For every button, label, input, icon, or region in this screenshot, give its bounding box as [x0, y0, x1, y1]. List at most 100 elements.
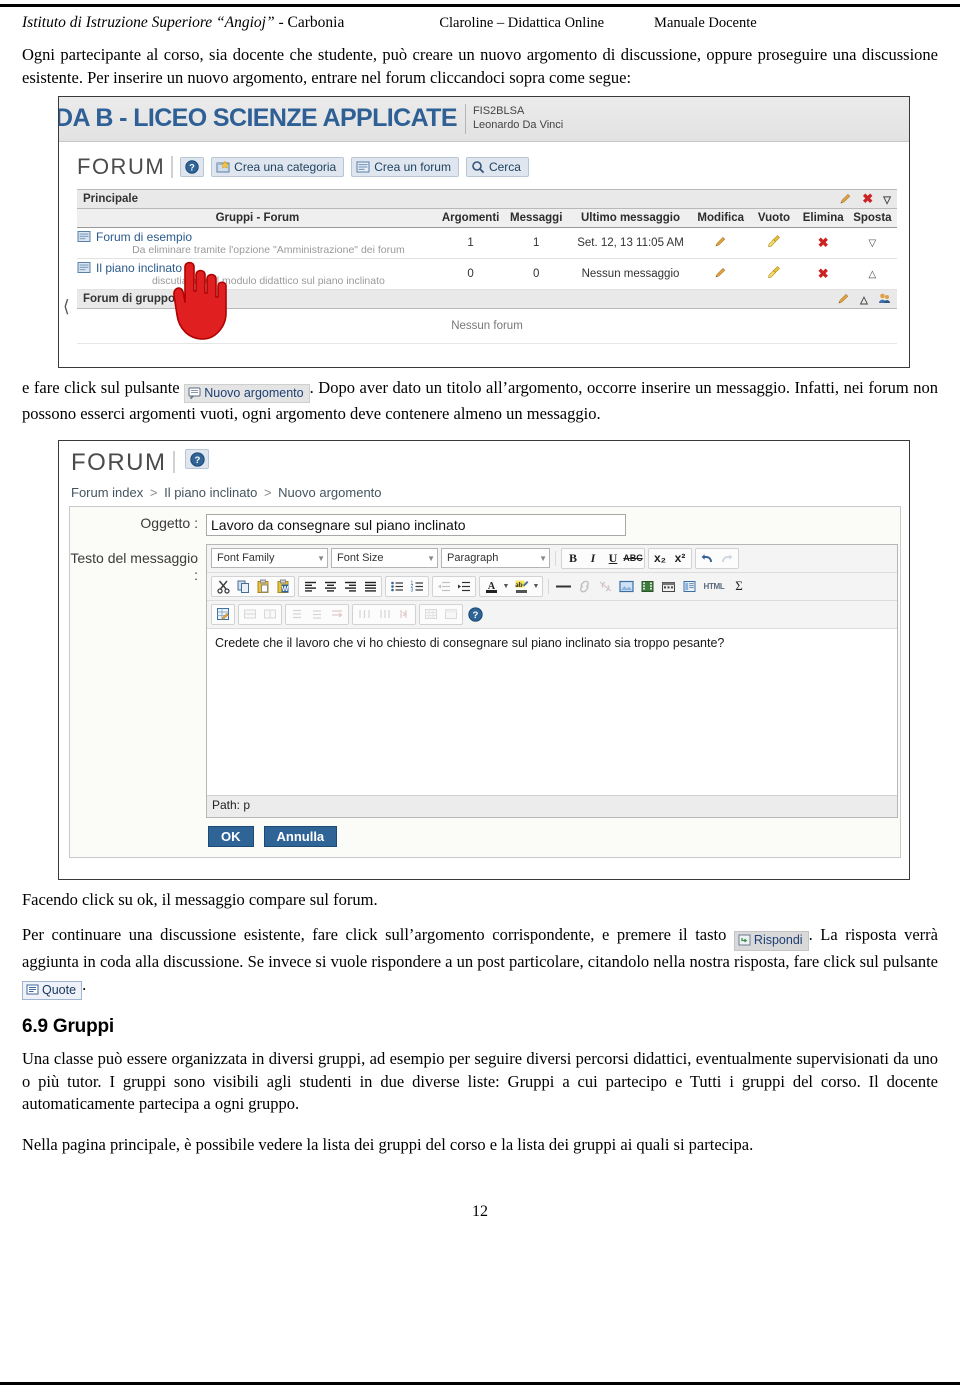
- horizontal-rule-icon[interactable]: [554, 578, 572, 595]
- group-users-icon[interactable]: [878, 293, 891, 306]
- table-props-icon[interactable]: [422, 606, 440, 623]
- ok-button[interactable]: OK: [208, 825, 254, 847]
- edit-pencil-icon[interactable]: [839, 193, 855, 206]
- toolbar-divider: [548, 578, 549, 594]
- cell-messaggi: 1: [503, 227, 569, 259]
- strikethrough-icon[interactable]: ABC: [623, 550, 643, 567]
- subject-input[interactable]: [206, 513, 626, 536]
- outdent-icon[interactable]: [435, 578, 453, 595]
- collapse-left-icon[interactable]: ⟨: [63, 297, 70, 317]
- paste-icon[interactable]: [254, 578, 272, 595]
- move-down-icon[interactable]: ▽: [883, 195, 891, 206]
- text-color-dropdown-icon[interactable]: ▼: [502, 578, 510, 595]
- copy-icon[interactable]: [234, 578, 252, 595]
- html-icon[interactable]: HTML: [701, 578, 727, 595]
- unlink-icon[interactable]: [596, 578, 614, 595]
- cell-vuoto[interactable]: [749, 227, 799, 259]
- numbered-list-icon[interactable]: 123: [408, 578, 426, 595]
- cut-icon[interactable]: [214, 578, 232, 595]
- bold-icon[interactable]: B: [564, 550, 582, 567]
- template-icon[interactable]: [680, 578, 698, 595]
- crea-forum-button[interactable]: Crea un forum: [351, 156, 459, 177]
- paste-word-icon[interactable]: W: [274, 578, 292, 595]
- split-cells-icon[interactable]: [355, 606, 373, 623]
- link-icon[interactable]: [575, 578, 593, 595]
- insert-col-after-icon[interactable]: [395, 606, 413, 623]
- align-justify-icon[interactable]: [361, 578, 379, 595]
- paragraph-select[interactable]: Paragraph ▼: [441, 548, 550, 569]
- forum-description: Da eliminare tramite l'opzione "Amminist…: [132, 243, 405, 256]
- cell-vuoto[interactable]: [749, 258, 799, 290]
- course-banner: DA B - LICEO SCIENZE APPLICATE FIS2BLSA …: [59, 96, 909, 142]
- rispondi-button-chip[interactable]: Rispondi: [733, 931, 809, 951]
- row-props-icon[interactable]: [442, 606, 460, 623]
- table-row[interactable]: Forum di esempio Da eliminare tramite l'…: [77, 227, 897, 259]
- merge-cells-icon[interactable]: [328, 606, 346, 623]
- align-right-icon[interactable]: [341, 578, 359, 595]
- special-char-icon[interactable]: Σ: [730, 578, 748, 595]
- forum-title-link[interactable]: Il piano inclinato: [96, 261, 182, 275]
- cell-sposta[interactable]: △: [847, 258, 897, 290]
- breadcrumb-item-index[interactable]: Forum index: [71, 485, 143, 500]
- insert-row-before-icon[interactable]: [288, 606, 306, 623]
- rich-text-editor: Font Family▼ Font Size▼ Paragraph▼ B: [206, 543, 898, 818]
- message-text-area[interactable]: Credete che il lavoro che vi ho chiesto …: [207, 628, 897, 796]
- table-row[interactable]: Il piano inclinato discutiamo del modulo…: [77, 258, 897, 290]
- cell-modifica[interactable]: [692, 258, 750, 290]
- table-row-group: [285, 603, 349, 625]
- background-color-icon[interactable]: ab: [512, 578, 530, 595]
- delete-row-icon[interactable]: [241, 606, 259, 623]
- crea-categoria-button[interactable]: Crea una categoria: [211, 156, 345, 177]
- underline-icon[interactable]: U: [604, 550, 622, 567]
- cell-elimina[interactable]: ✖: [798, 258, 848, 290]
- toolbar-divider: [171, 155, 174, 178]
- font-size-select[interactable]: Font Size ▼: [331, 548, 438, 569]
- redo-icon[interactable]: [718, 550, 736, 567]
- editor-help-button[interactable]: ?: [185, 448, 210, 469]
- align-center-icon[interactable]: [321, 578, 339, 595]
- nuovo-argomento-button-chip[interactable]: Nuovo argomento: [184, 383, 310, 403]
- col-messaggi: Messaggi: [503, 208, 569, 228]
- subscript-icon[interactable]: x₂: [651, 550, 669, 567]
- forum-title-link[interactable]: Forum di esempio: [96, 230, 192, 244]
- delete-col-icon[interactable]: [261, 606, 279, 623]
- col-ultimo-messaggio: Ultimo messaggio: [569, 208, 692, 228]
- help-icon: ?: [185, 159, 199, 174]
- bullet-list-icon[interactable]: [388, 578, 406, 595]
- cerca-button[interactable]: Cerca: [465, 156, 529, 177]
- cancel-button[interactable]: Annulla: [263, 825, 338, 847]
- cell-sposta[interactable]: ▽: [847, 227, 897, 259]
- screenshot-forum-editor: FORUM ? Forum index > Il piano inclinato…: [58, 439, 910, 880]
- delete-x-icon[interactable]: ✖: [862, 191, 873, 206]
- quote-button-chip[interactable]: Quote: [22, 980, 83, 1000]
- insert-row-after-icon[interactable]: [308, 606, 326, 623]
- edit-pencil-icon[interactable]: [837, 293, 853, 306]
- undo-icon[interactable]: [698, 550, 716, 567]
- breadcrumb-item-forum[interactable]: Il piano inclinato: [164, 485, 257, 500]
- reply-icon: [738, 934, 751, 946]
- quote-chip-label: Quote: [42, 982, 77, 997]
- italic-icon[interactable]: I: [584, 550, 602, 567]
- text-color-icon[interactable]: A: [482, 578, 500, 595]
- help-button[interactable]: ?: [180, 156, 205, 177]
- indent-icon[interactable]: [455, 578, 473, 595]
- background-color-dropdown-icon[interactable]: ▼: [532, 578, 540, 595]
- edit-table-icon[interactable]: [214, 606, 232, 623]
- forum-name-cell: Forum di esempio Da eliminare tramite l'…: [77, 227, 438, 259]
- section-heading-gruppi: 6.9 Gruppi: [22, 1015, 114, 1037]
- media-icon[interactable]: [638, 578, 656, 595]
- move-up-icon[interactable]: △: [860, 295, 868, 306]
- category-row-gruppo: Forum di gruppo △: [77, 288, 897, 309]
- cell-elimina[interactable]: ✖: [798, 227, 848, 259]
- anchor-icon[interactable]: [659, 578, 677, 595]
- insert-col-before-icon[interactable]: [375, 606, 393, 623]
- crea-categoria-label: Crea una categoria: [234, 159, 337, 174]
- editor-form: Oggetto : Testo del messaggio : Font Fam…: [69, 505, 901, 858]
- superscript-icon[interactable]: x²: [671, 550, 689, 567]
- image-icon[interactable]: [617, 578, 635, 595]
- font-family-select[interactable]: Font Family ▼: [211, 548, 328, 569]
- editor-toolbar-row-3: ?: [207, 601, 897, 629]
- cell-modifica[interactable]: [692, 227, 750, 259]
- help-icon[interactable]: ?: [466, 606, 484, 623]
- align-left-icon[interactable]: [301, 578, 319, 595]
